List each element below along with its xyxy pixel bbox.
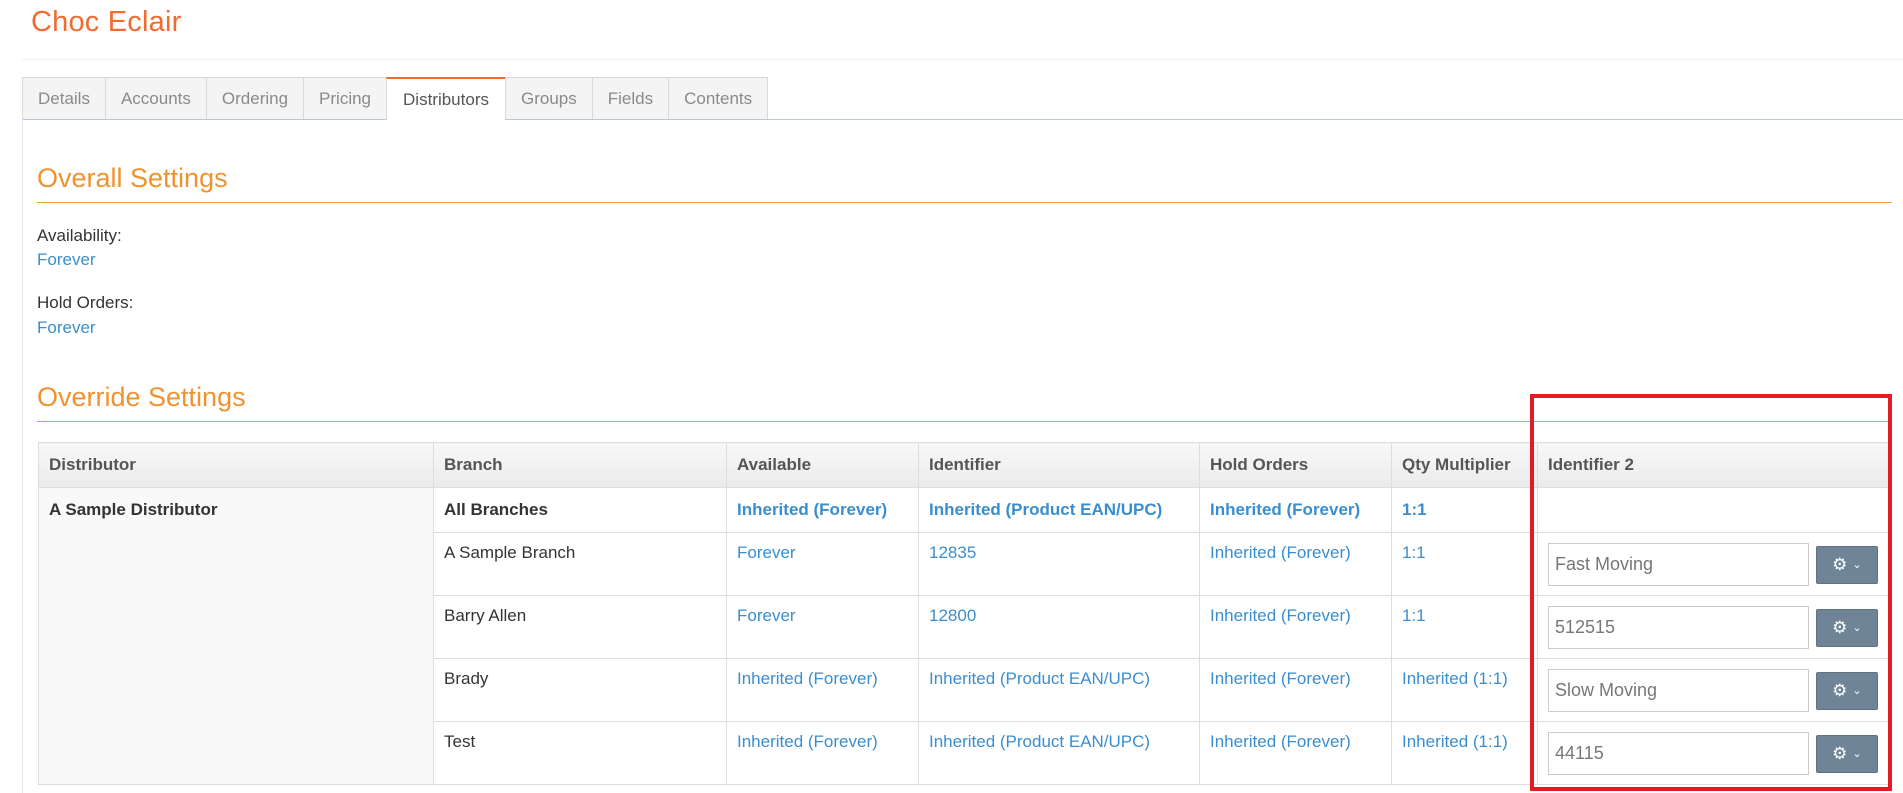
tab-pricing[interactable]: Pricing xyxy=(303,77,387,120)
qty-multiplier-link[interactable]: 1:1 xyxy=(1402,543,1426,562)
available-link[interactable]: Inherited (Forever) xyxy=(737,500,887,519)
tab-distributors[interactable]: Distributors xyxy=(386,77,505,121)
tabs-divider xyxy=(22,119,1903,120)
column-header-identifier[interactable]: Identifier xyxy=(918,442,1200,488)
qty-multiplier-link[interactable]: Inherited (1:1) xyxy=(1402,669,1508,688)
identifier-2-input[interactable] xyxy=(1548,732,1809,775)
hold-orders-link[interactable]: Inherited (Forever) xyxy=(1210,732,1351,751)
tab-details[interactable]: Details xyxy=(22,77,105,120)
override-settings-divider xyxy=(37,421,1892,422)
identifier-2-input[interactable] xyxy=(1548,669,1809,712)
identifier-2-input[interactable] xyxy=(1548,543,1809,586)
available-link[interactable]: Inherited (Forever) xyxy=(737,732,878,751)
tab-bar: Details Accounts Ordering Pricing Distri… xyxy=(22,77,769,121)
column-header-qty-multiplier[interactable]: Qty Multiplier xyxy=(1391,442,1538,488)
tab-ordering[interactable]: Ordering xyxy=(205,77,304,120)
row-settings-button[interactable]: ⚙ ⌄ xyxy=(1815,545,1878,584)
row-settings-button[interactable]: ⚙ ⌄ xyxy=(1815,671,1878,710)
override-settings-table: Distributor Branch Available Identifier … xyxy=(38,442,1889,785)
identifier-2-input[interactable] xyxy=(1548,606,1809,649)
availability-value-link[interactable]: Forever xyxy=(37,250,96,270)
page-title: Choc Eclair xyxy=(31,6,182,38)
chevron-down-icon: ⌄ xyxy=(1852,685,1862,697)
hold-orders-link[interactable]: Inherited (Forever) xyxy=(1210,543,1351,562)
column-header-distributor[interactable]: Distributor xyxy=(38,442,434,488)
content-border xyxy=(22,119,23,793)
availability-label: Availability: xyxy=(37,226,122,245)
table-row: A Sample Distributor All Branches Inheri… xyxy=(38,487,1889,785)
identifier-link[interactable]: 12835 xyxy=(929,543,976,562)
row-settings-button[interactable]: ⚙ ⌄ xyxy=(1815,608,1878,647)
distributor-cell: A Sample Distributor xyxy=(38,487,434,785)
identifier-link[interactable]: Inherited (Product EAN/UPC) xyxy=(929,669,1150,688)
available-link[interactable]: Inherited (Forever) xyxy=(737,669,878,688)
identifier-2-cell: ⚙ ⌄ xyxy=(1537,721,1889,785)
gear-icon: ⚙ xyxy=(1832,681,1848,700)
branch-cell: A Sample Branch xyxy=(433,532,727,596)
identifier-link[interactable]: 12800 xyxy=(929,606,976,625)
gear-icon: ⚙ xyxy=(1832,744,1848,763)
qty-multiplier-link[interactable]: Inherited (1:1) xyxy=(1402,732,1508,751)
hold-orders-link[interactable]: Inherited (Forever) xyxy=(1210,500,1360,519)
overall-settings-heading: Overall Settings xyxy=(37,163,228,193)
hold-orders-link[interactable]: Inherited (Forever) xyxy=(1210,606,1351,625)
gear-icon: ⚙ xyxy=(1832,618,1848,637)
identifier-2-cell xyxy=(1537,487,1889,533)
chevron-down-icon: ⌄ xyxy=(1852,622,1862,634)
overall-settings-divider xyxy=(37,202,1892,203)
hold-orders-label: Hold Orders: xyxy=(37,293,134,312)
column-header-identifier-2[interactable]: Identifier 2 xyxy=(1537,442,1889,488)
row-settings-button[interactable]: ⚙ ⌄ xyxy=(1815,734,1878,773)
tab-contents[interactable]: Contents xyxy=(668,77,769,120)
column-header-branch[interactable]: Branch xyxy=(433,442,727,488)
tab-fields[interactable]: Fields xyxy=(591,77,669,120)
identifier-2-cell: ⚙ ⌄ xyxy=(1537,595,1889,659)
branch-cell: Test xyxy=(433,721,727,785)
identifier-2-control: ⚙ ⌄ xyxy=(1548,732,1878,775)
chevron-down-icon: ⌄ xyxy=(1852,559,1862,571)
identifier-2-control: ⚙ ⌄ xyxy=(1548,543,1878,586)
qty-multiplier-link[interactable]: 1:1 xyxy=(1402,606,1426,625)
identifier-2-cell: ⚙ ⌄ xyxy=(1537,658,1889,722)
gear-icon: ⚙ xyxy=(1832,555,1848,574)
title-divider xyxy=(22,59,1903,60)
table-header-row: Distributor Branch Available Identifier … xyxy=(38,442,1889,488)
hold-orders-value-link[interactable]: Forever xyxy=(37,318,96,338)
identifier-2-cell: ⚙ ⌄ xyxy=(1537,532,1889,596)
qty-multiplier-link[interactable]: 1:1 xyxy=(1402,500,1427,519)
branch-cell: Brady xyxy=(433,658,727,722)
column-header-hold-orders[interactable]: Hold Orders xyxy=(1199,442,1392,488)
chevron-down-icon: ⌄ xyxy=(1852,748,1862,760)
column-header-available[interactable]: Available xyxy=(726,442,919,488)
available-link[interactable]: Forever xyxy=(737,543,796,562)
identifier-2-control: ⚙ ⌄ xyxy=(1548,669,1878,712)
identifier-link[interactable]: Inherited (Product EAN/UPC) xyxy=(929,732,1150,751)
identifier-link[interactable]: Inherited (Product EAN/UPC) xyxy=(929,500,1162,519)
override-settings-heading: Override Settings xyxy=(37,382,246,412)
branch-cell: Barry Allen xyxy=(433,595,727,659)
hold-orders-link[interactable]: Inherited (Forever) xyxy=(1210,669,1351,688)
tab-groups[interactable]: Groups xyxy=(504,77,592,120)
tab-accounts[interactable]: Accounts xyxy=(104,77,206,120)
available-link[interactable]: Forever xyxy=(737,606,796,625)
identifier-2-control: ⚙ ⌄ xyxy=(1548,606,1878,649)
branch-cell: All Branches xyxy=(433,487,727,533)
